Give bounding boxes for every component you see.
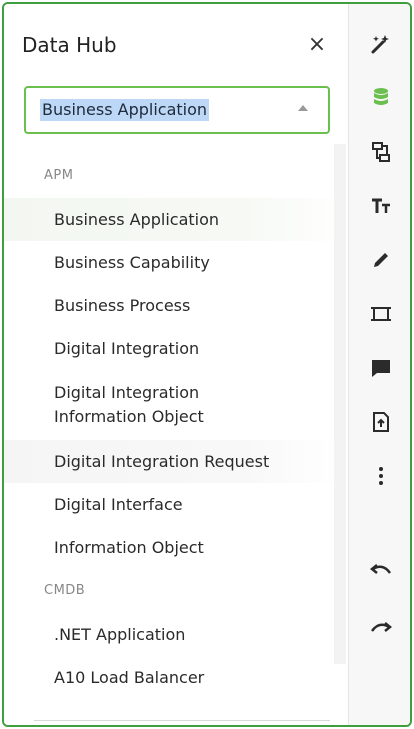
category-list: APM Business Application Business Capabi…: [4, 154, 346, 699]
magic-wand-button[interactable]: [361, 24, 401, 64]
list-scrollbar[interactable]: [334, 144, 346, 664]
list-item-a10-load-balancer[interactable]: A10 Load Balancer: [4, 656, 346, 699]
list-item-digital-interface[interactable]: Digital Interface: [4, 483, 346, 526]
data-hub-button[interactable]: [361, 77, 401, 117]
redo-icon: [370, 622, 393, 632]
panel-title: Data Hub: [22, 33, 117, 57]
text-tool-button[interactable]: [361, 186, 401, 226]
pencil-button[interactable]: [361, 240, 401, 280]
list-item-business-process[interactable]: Business Process: [4, 284, 346, 327]
panel-header: Data Hub ×: [22, 30, 330, 60]
list-item-digital-integration[interactable]: Digital Integration: [4, 327, 346, 370]
comment-icon: [372, 360, 390, 377]
category-select[interactable]: Business Application: [24, 86, 330, 134]
pencil-icon: [374, 253, 388, 267]
more-options-icon: [379, 467, 383, 485]
frame-button[interactable]: [361, 294, 401, 334]
list-item-business-capability[interactable]: Business Capability: [4, 241, 346, 284]
divider: [34, 720, 330, 721]
list-item-information-object[interactable]: Information Object: [4, 526, 346, 569]
magic-wand-icon: [371, 35, 389, 54]
undo-icon: [369, 564, 392, 574]
group-header-cmdb: CMDB: [44, 583, 86, 598]
group-header-apm: APM: [44, 168, 74, 183]
close-button[interactable]: ×: [304, 32, 330, 58]
right-toolbar: [348, 4, 410, 725]
undo-button[interactable]: [361, 549, 401, 589]
upload-file-icon: [373, 412, 389, 432]
more-options-button[interactable]: [361, 456, 401, 496]
redo-button[interactable]: [361, 607, 401, 647]
upload-file-button[interactable]: [361, 402, 401, 442]
frame-icon: [371, 307, 391, 321]
hierarchy-button[interactable]: [361, 132, 401, 172]
list-item-digital-integration-information-object[interactable]: Digital Integration Information Object: [4, 370, 346, 440]
select-value: Business Application: [40, 99, 210, 121]
database-icon: [374, 88, 388, 105]
hierarchy-icon: [372, 142, 390, 162]
list-item-dotnet-application[interactable]: .NET Application: [4, 613, 346, 656]
list-item-digital-integration-request[interactable]: Digital Integration Request: [4, 440, 346, 483]
data-hub-panel: Data Hub × Business Application APM Busi…: [4, 4, 346, 725]
comment-button[interactable]: [361, 348, 401, 388]
list-item-label: Digital Integration Information Object: [54, 383, 204, 426]
close-icon: ×: [307, 32, 327, 57]
data-hub-window: Data Hub × Business Application APM Busi…: [2, 2, 412, 727]
list-item-business-application[interactable]: Business Application: [4, 198, 346, 241]
caret-up-icon: [298, 105, 308, 111]
text-tool-icon: [372, 198, 390, 213]
